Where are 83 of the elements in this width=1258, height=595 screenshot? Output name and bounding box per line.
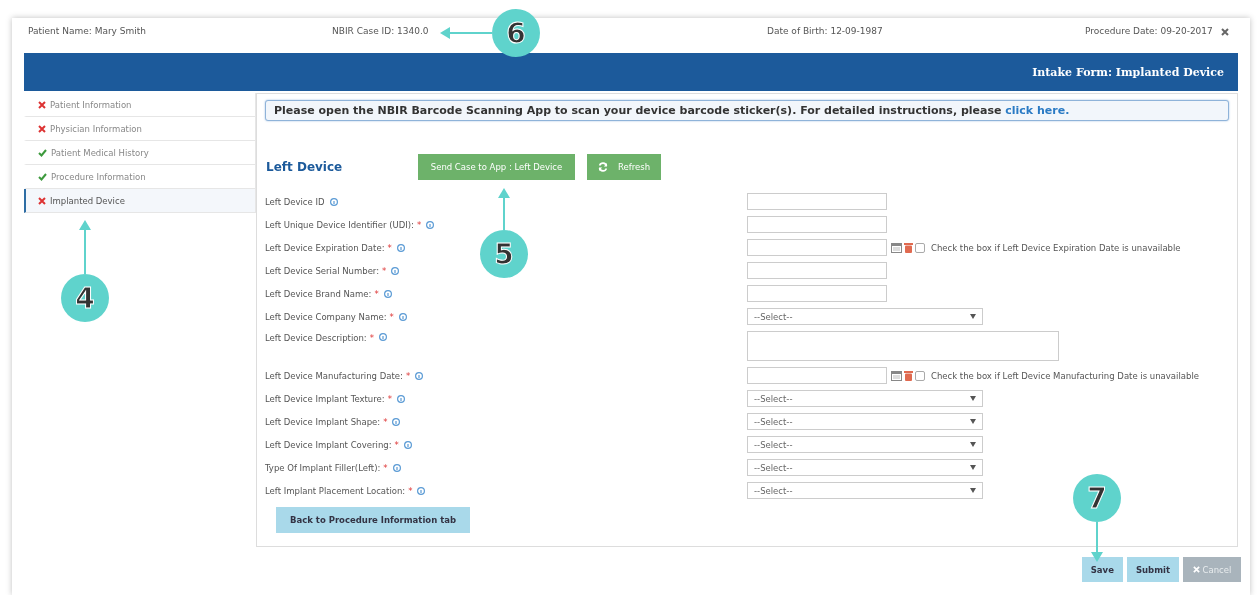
caret-icon	[970, 314, 976, 319]
input-field[interactable]	[747, 285, 887, 302]
required-mark: *	[394, 439, 399, 450]
required-mark: *	[405, 370, 411, 381]
field-label: Left Device Brand Name:	[265, 288, 372, 299]
sidebar-item[interactable]: Implanted Device	[24, 189, 256, 213]
trash-icon[interactable]	[904, 370, 913, 381]
select-dropdown[interactable]: --Select--	[747, 413, 983, 430]
date-field[interactable]	[747, 367, 887, 384]
trash-icon[interactable]	[904, 242, 913, 253]
footer-button[interactable]: Save	[1081, 557, 1123, 582]
info-icon[interactable]	[396, 243, 405, 252]
select-dropdown[interactable]: --Select--	[747, 459, 983, 476]
sidebar-item[interactable]: Patient Medical History	[24, 141, 256, 165]
info-icon[interactable]	[391, 266, 400, 275]
required-mark: *	[374, 288, 379, 299]
required-mark: *	[383, 416, 388, 427]
input-field[interactable]	[747, 193, 887, 210]
info-icon[interactable]	[383, 289, 392, 298]
back-button[interactable]: Back to Procedure Information tab	[276, 507, 470, 533]
select-dropdown[interactable]: --Select--	[747, 308, 983, 325]
field-label: Left Device Expiration Date:	[265, 242, 385, 253]
refresh-icon	[597, 161, 608, 172]
info-icon[interactable]	[392, 463, 401, 472]
form-title: Intake Form: Implanted Device	[1032, 65, 1224, 79]
date-of-birth: Date of Birth: 12-09-1987	[767, 26, 883, 38]
patient-name: Patient Name: Mary Smith	[28, 26, 147, 38]
section-title: Left Device	[266, 159, 344, 174]
field-label: Left Implant Placement Location:	[265, 485, 406, 496]
caret-icon	[970, 396, 976, 401]
procedure-date: Procedure Date: 09-20-2017	[1085, 26, 1213, 36]
required-mark: *	[369, 333, 374, 343]
info-icon[interactable]	[398, 312, 407, 321]
select-dropdown[interactable]: --Select--	[747, 390, 983, 407]
info-icon[interactable]	[396, 394, 405, 403]
instructions-link[interactable]: click here.	[1005, 104, 1070, 117]
caret-icon	[970, 488, 976, 493]
field-label: Left Device Manufacturing Date:	[265, 370, 403, 381]
info-icon[interactable]	[392, 417, 401, 426]
field-label: Left Device Serial Number:	[265, 265, 380, 276]
required-mark: *	[382, 265, 387, 276]
checkbox[interactable]	[915, 370, 925, 381]
caret-icon	[970, 465, 976, 470]
required-mark: *	[387, 242, 392, 253]
field-label: Left Device Implant Shape:	[265, 416, 381, 427]
info-icon[interactable]	[417, 486, 426, 495]
select-dropdown[interactable]: --Select--	[747, 482, 983, 499]
caret-icon	[970, 442, 976, 447]
info-icon[interactable]	[329, 197, 338, 206]
sidebar-item[interactable]: Physician Information	[24, 117, 256, 141]
field-label: Left Device Implant Covering:	[265, 439, 392, 450]
select-dropdown[interactable]: --Select--	[747, 436, 983, 453]
required-mark: *	[387, 393, 392, 404]
text-area[interactable]	[747, 331, 1059, 361]
input-field[interactable]	[747, 262, 887, 279]
info-icon[interactable]	[379, 333, 387, 341]
field-label: Left Device Company Name:	[265, 311, 387, 322]
info-icon[interactable]	[403, 440, 412, 449]
checkbox[interactable]	[915, 242, 925, 253]
info-icon[interactable]	[426, 220, 435, 229]
info-icon[interactable]	[415, 371, 424, 380]
notice-text: Please open the NBIR Barcode Scanning App to scan your device barcode sticker(s). For detailed instructions, please click here.	[274, 104, 1070, 117]
date-field[interactable]	[747, 239, 887, 256]
calendar-icon[interactable]	[891, 370, 902, 381]
close-icon[interactable]	[1220, 28, 1229, 36]
input-field[interactable]	[747, 216, 887, 233]
sidebar-item[interactable]: Patient Information	[24, 93, 256, 117]
caret-icon	[970, 419, 976, 424]
checkbox-label: Check the box if Left Device Expiration Date is unavailable	[931, 242, 1181, 253]
field-label: Type Of Implant Filler(Left):	[265, 462, 381, 473]
field-label: Left Device ID	[265, 196, 325, 207]
field-label: Left Device Implant Texture:	[265, 393, 385, 404]
field-label: Left Unique Device Identifier (UDI):	[265, 219, 414, 230]
footer-button[interactable]: Submit	[1126, 557, 1179, 582]
field-label: Left Device Description:	[265, 333, 367, 343]
required-mark: *	[389, 311, 394, 322]
required-mark: *	[416, 219, 422, 230]
required-mark: *	[408, 485, 413, 496]
close-icon	[1192, 566, 1200, 573]
required-mark: *	[383, 462, 388, 473]
calendar-icon[interactable]	[891, 242, 902, 253]
checkbox-label: Check the box if Left Device Manufacturing Date is unavailable	[931, 370, 1199, 381]
case-id: NBIR Case ID: 1340.0	[332, 26, 429, 38]
